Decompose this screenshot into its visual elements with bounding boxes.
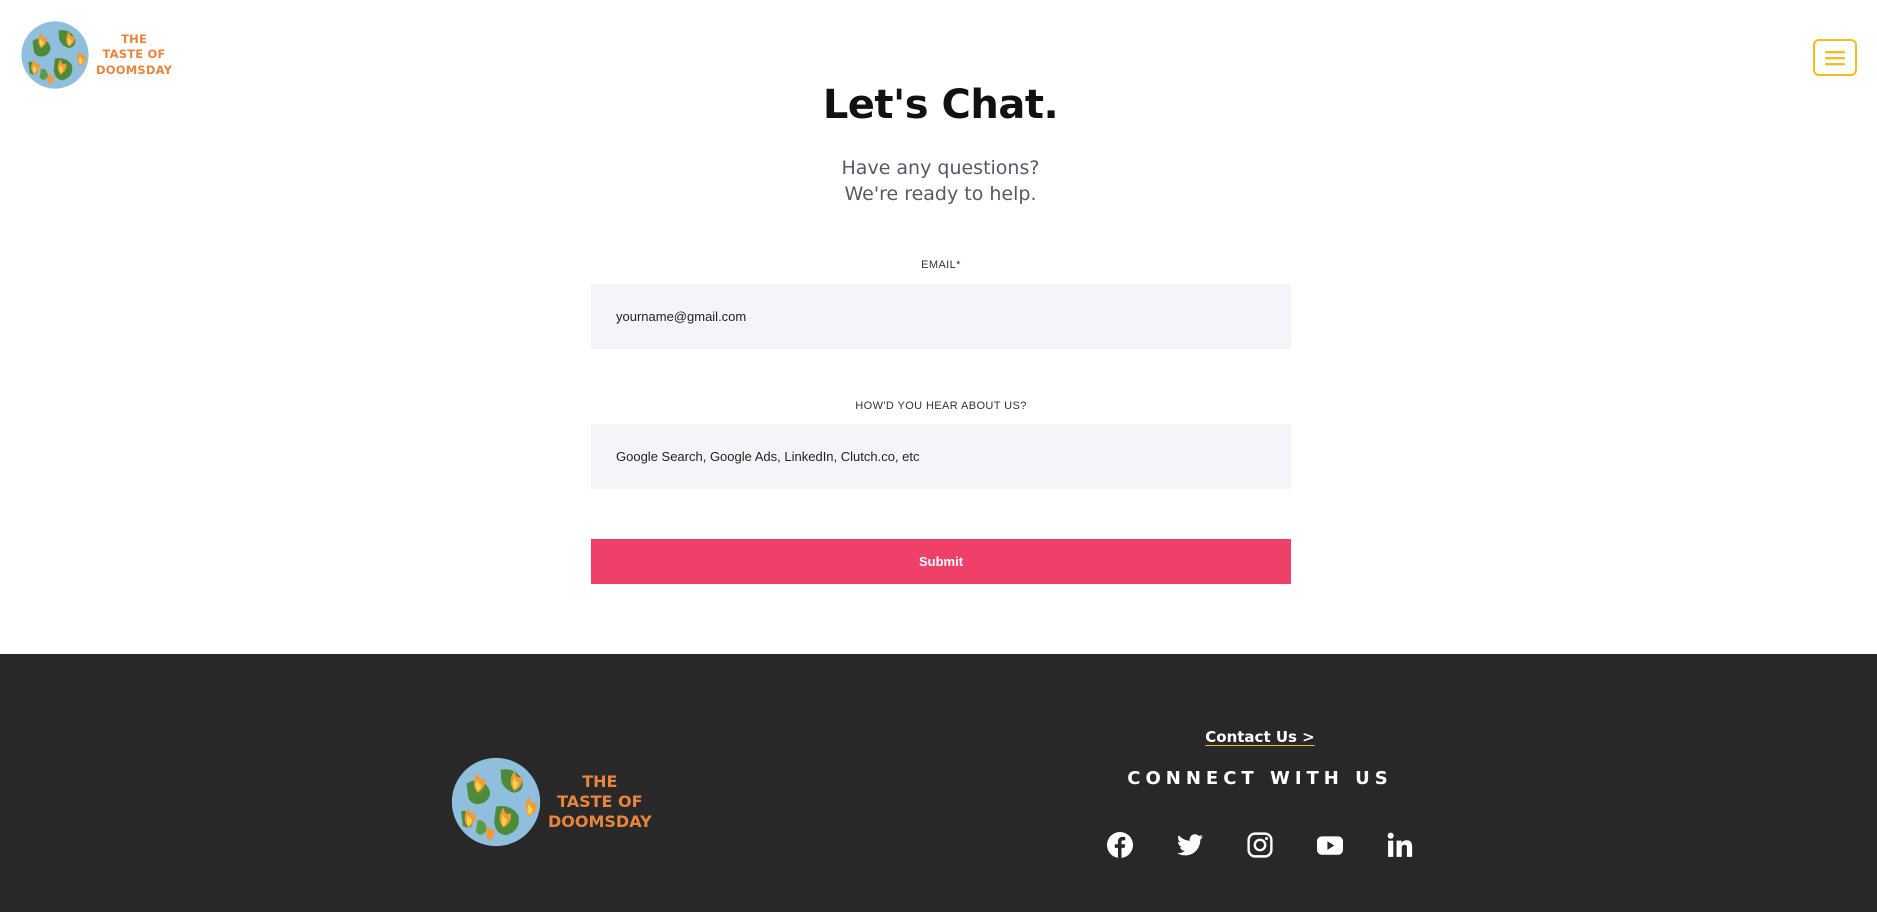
connect-heading: CONNECT WITH US bbox=[1127, 768, 1393, 789]
page-title: Let's Chat. bbox=[822, 82, 1059, 128]
email-field[interactable] bbox=[591, 284, 1291, 349]
instagram-icon bbox=[1247, 832, 1273, 858]
linkedin-link[interactable] bbox=[1385, 830, 1415, 860]
linkedin-icon bbox=[1387, 832, 1413, 857]
page: THE TASTE OF DOOMSDAY Let's Chat. Have a… bbox=[0, 0, 1877, 912]
facebook-link[interactable] bbox=[1105, 830, 1135, 860]
logo-text: THE TASTE OF DOOMSDAY bbox=[96, 32, 172, 79]
burning-globe-icon bbox=[21, 21, 89, 89]
logo-line-3: DOOMSDAY bbox=[96, 62, 173, 77]
subtitle-line-2: We're ready to help. bbox=[844, 183, 1037, 205]
youtube-icon bbox=[1317, 836, 1343, 855]
submit-button[interactable]: Submit bbox=[591, 539, 1291, 584]
email-label: EMAIL* bbox=[921, 259, 961, 271]
footer-logo-line-3: DOOMSDAY bbox=[548, 812, 652, 831]
twitter-link[interactable] bbox=[1175, 830, 1205, 860]
instagram-link[interactable] bbox=[1245, 830, 1275, 860]
footer-logo-line-2: TASTE OF bbox=[557, 792, 643, 811]
contact-us-link[interactable]: Contact Us > bbox=[1150, 728, 1370, 746]
logo-line-1: THE bbox=[121, 31, 148, 46]
site-logo[interactable]: THE TASTE OF DOOMSDAY bbox=[20, 20, 172, 90]
footer-logo[interactable]: THE TASTE OF DOOMSDAY bbox=[450, 756, 652, 848]
footer: THE TASTE OF DOOMSDAY Contact Us > CONNE… bbox=[0, 654, 1877, 912]
source-label: HOW'D YOU HEAR ABOUT US? bbox=[855, 400, 1027, 412]
twitter-icon bbox=[1177, 834, 1203, 856]
menu-button[interactable] bbox=[1813, 39, 1857, 76]
footer-logo-text: THE TASTE OF DOOMSDAY bbox=[548, 772, 652, 832]
page-subtitle: Have any questions? We're ready to help. bbox=[0, 155, 1877, 207]
subtitle-line-1: Have any questions? bbox=[841, 157, 1040, 179]
source-field[interactable] bbox=[591, 424, 1291, 489]
footer-logo-line-1: THE bbox=[582, 772, 618, 791]
burning-globe-icon bbox=[451, 757, 541, 847]
logo-line-2: TASTE OF bbox=[102, 47, 166, 62]
facebook-icon bbox=[1107, 832, 1133, 858]
hamburger-menu-icon bbox=[1825, 50, 1845, 65]
youtube-link[interactable] bbox=[1315, 830, 1345, 860]
